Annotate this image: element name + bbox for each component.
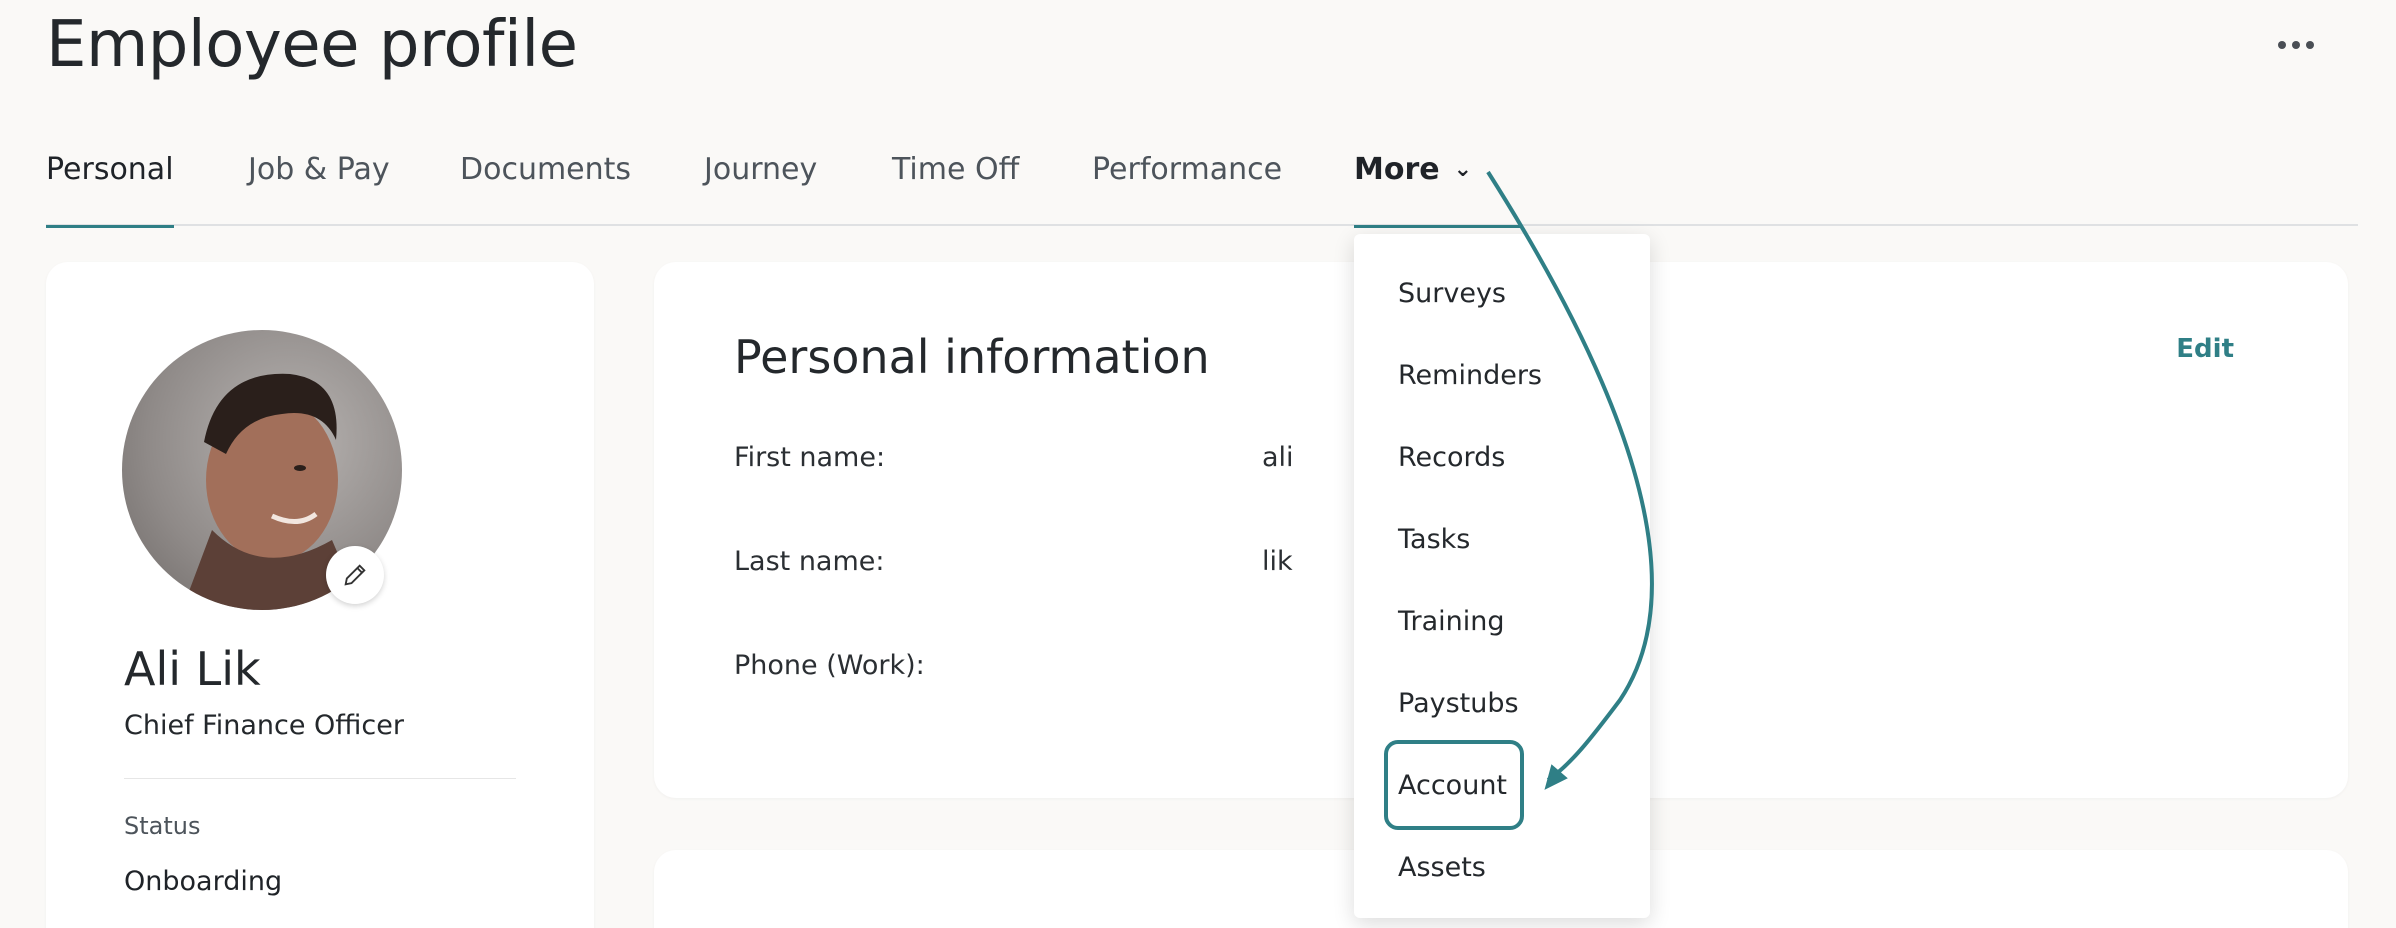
edit-link[interactable]: Edit bbox=[2176, 334, 2234, 364]
divider bbox=[124, 778, 516, 779]
first-name-value: ali bbox=[1262, 442, 1294, 473]
menu-item-paystubs[interactable]: Paystubs bbox=[1398, 688, 1519, 719]
profile-card: Ali Lik Chief Finance Officer Status Onb… bbox=[46, 262, 594, 928]
menu-item-records[interactable]: Records bbox=[1398, 442, 1505, 473]
chevron-down-icon: ⌄ bbox=[1453, 157, 1473, 182]
section-title: Personal information bbox=[734, 330, 1210, 384]
menu-item-account[interactable]: Account bbox=[1398, 770, 1507, 801]
menu-item-reminders[interactable]: Reminders bbox=[1398, 360, 1542, 391]
menu-item-tasks[interactable]: Tasks bbox=[1398, 524, 1470, 555]
tab-documents[interactable]: Documents bbox=[460, 152, 631, 226]
tab-more[interactable]: More ⌄ bbox=[1354, 152, 1520, 228]
menu-item-surveys[interactable]: Surveys bbox=[1398, 278, 1506, 309]
status-label: Status bbox=[124, 812, 201, 840]
tab-personal[interactable]: Personal bbox=[46, 152, 174, 228]
first-name-label: First name: bbox=[734, 442, 886, 473]
more-dropdown-menu: Surveys Reminders Records Tasks Training… bbox=[1354, 234, 1650, 918]
tab-journey[interactable]: Journey bbox=[704, 152, 817, 226]
tab-more-label: More bbox=[1354, 152, 1440, 187]
last-name-value: lik bbox=[1262, 546, 1293, 577]
menu-item-assets[interactable]: Assets bbox=[1398, 852, 1486, 883]
menu-item-training[interactable]: Training bbox=[1398, 606, 1505, 637]
page-title: Employee profile bbox=[46, 8, 578, 82]
tab-time-off[interactable]: Time Off bbox=[892, 152, 1019, 226]
avatar-container bbox=[122, 330, 402, 610]
more-options-icon[interactable] bbox=[2272, 28, 2320, 62]
status-value: Onboarding bbox=[124, 866, 283, 897]
employee-role: Chief Finance Officer bbox=[124, 710, 404, 741]
last-name-label: Last name: bbox=[734, 546, 885, 577]
phone-work-label: Phone (Work): bbox=[734, 650, 925, 681]
employee-name: Ali Lik bbox=[124, 642, 261, 696]
tab-bar: Personal Job & Pay Documents Journey Tim… bbox=[46, 140, 2358, 228]
tab-performance[interactable]: Performance bbox=[1092, 152, 1282, 226]
pencil-icon[interactable] bbox=[326, 546, 384, 604]
tab-job-pay[interactable]: Job & Pay bbox=[248, 152, 390, 226]
